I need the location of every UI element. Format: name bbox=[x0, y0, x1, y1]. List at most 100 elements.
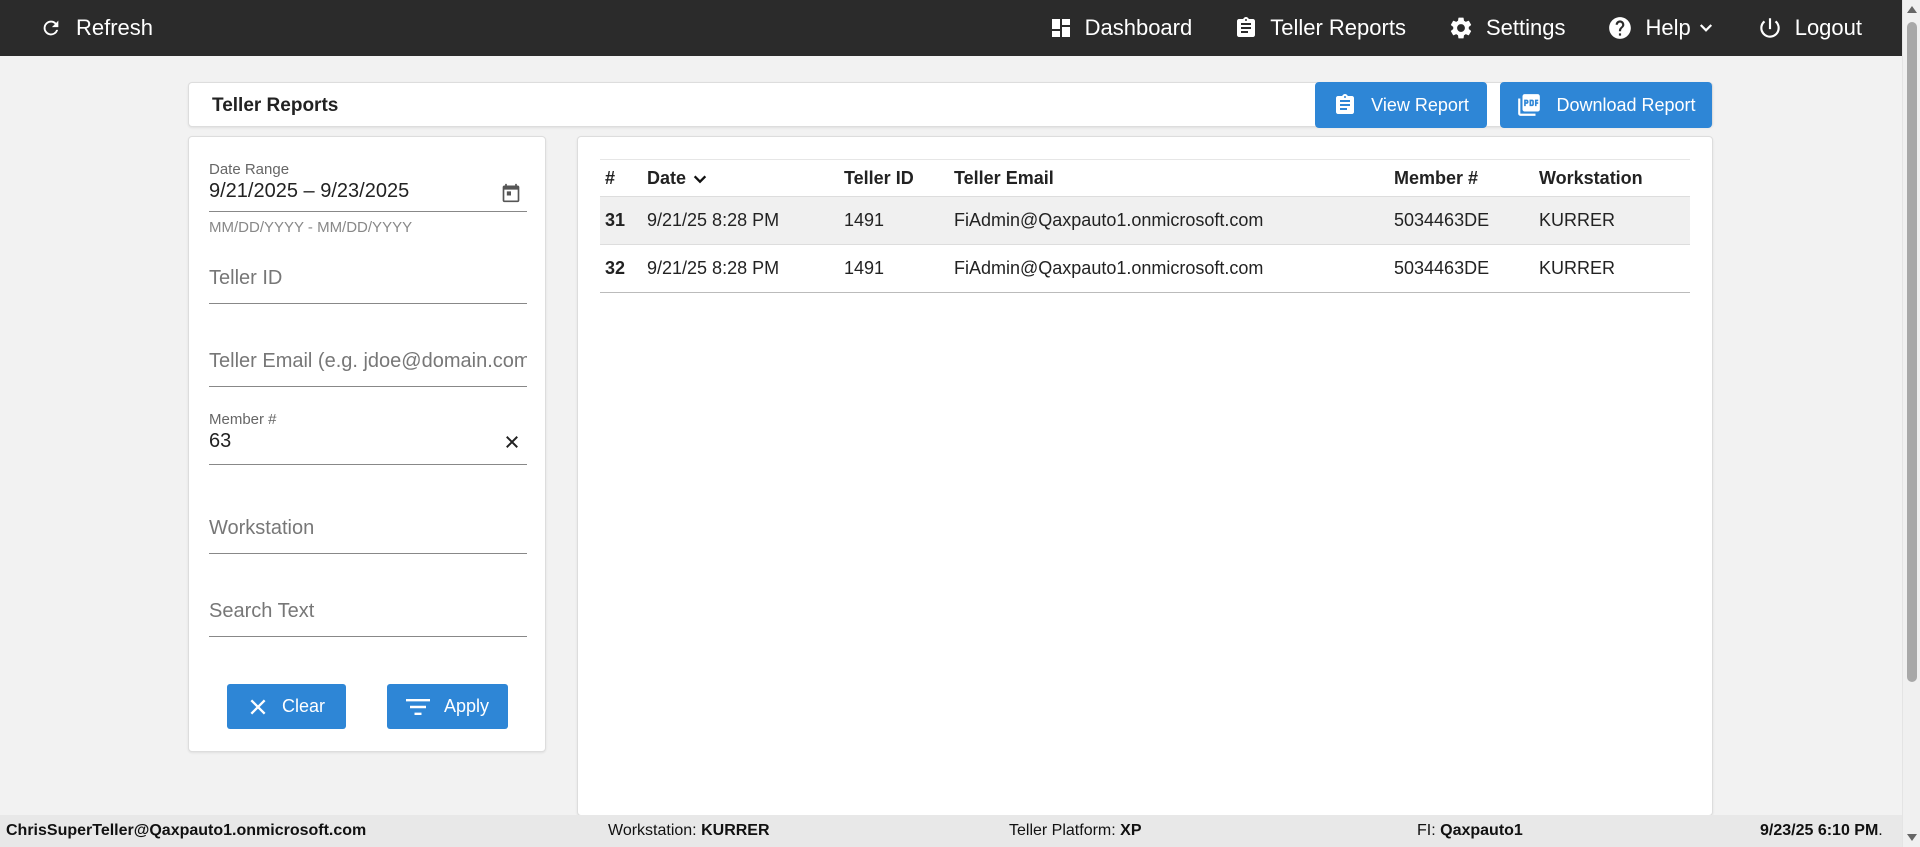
filters-panel: Date Range 9/21/2025 – 9/23/2025 MM/DD/Y… bbox=[188, 136, 546, 752]
title-card: Teller Reports View Report Download Repo… bbox=[188, 82, 1713, 128]
workstation-underline bbox=[209, 553, 527, 554]
gear-icon bbox=[1450, 17, 1472, 39]
status-user: ChrisSuperTeller@Qaxpauto1.onmicrosoft.c… bbox=[6, 822, 366, 840]
cell-date: 9/21/25 8:28 PM bbox=[647, 210, 780, 230]
column-header-number[interactable]: # bbox=[600, 160, 642, 197]
status-workstation-value: KURRER bbox=[701, 822, 770, 839]
member-number-value[interactable]: 63 bbox=[209, 430, 527, 453]
member-number-underline bbox=[209, 464, 527, 465]
close-icon[interactable] bbox=[503, 433, 521, 451]
teller-email-field[interactable]: Teller Email (e.g. jdoe@domain.com) bbox=[209, 350, 527, 390]
cell-date: 9/21/25 8:28 PM bbox=[647, 258, 780, 278]
clear-button[interactable]: Clear bbox=[227, 684, 346, 729]
nav-help-label: Help bbox=[1645, 15, 1691, 40]
date-range-underline bbox=[209, 211, 527, 212]
results-panel: # Date Teller ID Teller Email Member # W… bbox=[577, 136, 1713, 816]
clipboard-icon bbox=[1237, 17, 1256, 37]
status-datetime-value: 9/23/25 6:10 PM bbox=[1760, 822, 1879, 839]
workstation-placeholder: Workstation bbox=[209, 517, 315, 539]
search-text-placeholder: Search Text bbox=[209, 600, 315, 622]
refresh-button[interactable]: Refresh bbox=[40, 15, 153, 41]
filter-icon bbox=[405, 698, 430, 715]
cell-teller-id: 1491 bbox=[844, 210, 885, 230]
status-datetime: 9/23/25 6:10 PM. bbox=[1760, 822, 1883, 840]
cell-teller-email: FiAdmin@Qaxpauto1.onmicrosoft.com bbox=[954, 210, 1264, 230]
status-platform: Teller Platform: XP bbox=[1009, 822, 1142, 840]
teller-id-underline bbox=[209, 303, 527, 304]
member-number-field[interactable]: Member # 63 bbox=[209, 411, 527, 471]
clipboard-icon bbox=[1336, 94, 1355, 114]
cell-number: 31 bbox=[605, 210, 626, 230]
status-fi-label: FI: bbox=[1417, 822, 1436, 839]
status-platform-label: Teller Platform: bbox=[1009, 822, 1116, 839]
search-text-field[interactable]: Search Text bbox=[209, 600, 527, 640]
date-range-field[interactable]: Date Range 9/21/2025 – 9/23/2025 MM/DD/Y… bbox=[209, 161, 527, 243]
nav-dashboard-label: Dashboard bbox=[1084, 15, 1193, 40]
status-fi-value: Qaxpauto1 bbox=[1440, 822, 1523, 839]
status-workstation-label: Workstation: bbox=[608, 822, 697, 839]
cell-workstation: KURRER bbox=[1539, 258, 1616, 278]
view-report-button[interactable]: View Report bbox=[1315, 82, 1487, 128]
close-icon bbox=[250, 699, 266, 714]
chevron-down-icon bbox=[1699, 24, 1712, 32]
nav-teller-reports[interactable]: Teller Reports bbox=[1234, 15, 1406, 41]
cell-workstation: KURRER bbox=[1539, 210, 1616, 230]
column-header-member[interactable]: Member # bbox=[1389, 160, 1534, 197]
teller-id-placeholder: Teller ID bbox=[209, 267, 283, 289]
table-row[interactable]: 32 9/21/25 8:28 PM 1491 FiAdmin@Qaxpauto… bbox=[600, 245, 1690, 293]
download-report-button[interactable]: Download Report bbox=[1500, 82, 1712, 128]
chevron-down-icon bbox=[693, 175, 707, 184]
column-header-teller-id[interactable]: Teller ID bbox=[839, 160, 949, 197]
workstation-field[interactable]: Workstation bbox=[209, 517, 527, 557]
teller-id-field[interactable]: Teller ID bbox=[209, 267, 527, 307]
teller-email-underline bbox=[209, 386, 527, 387]
nav-teller-reports-label: Teller Reports bbox=[1270, 15, 1406, 40]
calendar-icon[interactable] bbox=[501, 183, 521, 203]
status-datetime-suffix: . bbox=[1878, 822, 1883, 839]
nav-settings[interactable]: Settings bbox=[1448, 15, 1566, 41]
status-platform-value: XP bbox=[1120, 822, 1142, 839]
search-text-underline bbox=[209, 636, 527, 637]
cell-teller-email: FiAdmin@Qaxpauto1.onmicrosoft.com bbox=[954, 258, 1264, 278]
nav-settings-label: Settings bbox=[1485, 15, 1566, 40]
member-number-label: Member # bbox=[209, 411, 277, 428]
date-range-value[interactable]: 9/21/2025 – 9/23/2025 bbox=[209, 180, 527, 203]
view-report-label: View Report bbox=[1371, 94, 1469, 115]
apply-label: Apply bbox=[443, 696, 490, 716]
nav-dashboard[interactable]: Dashboard bbox=[1049, 15, 1193, 41]
scroll-up-arrow[interactable] bbox=[1907, 6, 1917, 13]
refresh-label: Refresh bbox=[76, 15, 154, 40]
column-header-teller-email[interactable]: Teller Email bbox=[949, 160, 1389, 197]
column-header-date-label: Date bbox=[647, 167, 687, 188]
column-header-date[interactable]: Date bbox=[642, 160, 839, 197]
date-range-hint: MM/DD/YYYY - MM/DD/YYYY bbox=[209, 219, 413, 236]
status-bar: ChrisSuperTeller@Qaxpauto1.onmicrosoft.c… bbox=[0, 815, 1902, 847]
pdf-icon bbox=[1518, 94, 1541, 116]
page-title: Teller Reports bbox=[212, 95, 339, 116]
nav-logout-label: Logout bbox=[1794, 15, 1862, 40]
status-workstation: Workstation: KURRER bbox=[608, 822, 770, 840]
download-report-label: Download Report bbox=[1556, 94, 1696, 115]
cell-member: 5034463DE bbox=[1394, 210, 1490, 230]
scroll-down-arrow[interactable] bbox=[1907, 834, 1917, 841]
main-nav: Dashboard Teller Reports Settings Help L… bbox=[1049, 15, 1862, 41]
top-nav-bar: Refresh Dashboard Teller Reports Setting… bbox=[0, 0, 1902, 56]
help-icon bbox=[1609, 17, 1632, 39]
column-header-workstation[interactable]: Workstation bbox=[1534, 160, 1690, 197]
nav-logout[interactable]: Logout bbox=[1757, 15, 1862, 41]
cell-member: 5034463DE bbox=[1394, 258, 1490, 278]
table-row[interactable]: 31 9/21/25 8:28 PM 1491 FiAdmin@Qaxpauto… bbox=[600, 196, 1690, 245]
page-scrollbar[interactable] bbox=[1902, 0, 1920, 847]
refresh-icon bbox=[43, 20, 59, 36]
date-range-label: Date Range bbox=[209, 161, 290, 178]
scrollbar-thumb[interactable] bbox=[1907, 22, 1917, 682]
cell-teller-id: 1491 bbox=[844, 258, 885, 278]
table-header-row: # Date Teller ID Teller Email Member # W… bbox=[600, 159, 1690, 197]
clear-label: Clear bbox=[281, 696, 325, 716]
dashboard-icon bbox=[1051, 19, 1070, 37]
cell-number: 32 bbox=[605, 258, 626, 278]
status-fi: FI: Qaxpauto1 bbox=[1417, 822, 1523, 840]
apply-button[interactable]: Apply bbox=[387, 684, 508, 729]
teller-email-placeholder: Teller Email (e.g. jdoe@domain.com) bbox=[209, 350, 527, 372]
nav-help[interactable]: Help bbox=[1607, 15, 1714, 41]
